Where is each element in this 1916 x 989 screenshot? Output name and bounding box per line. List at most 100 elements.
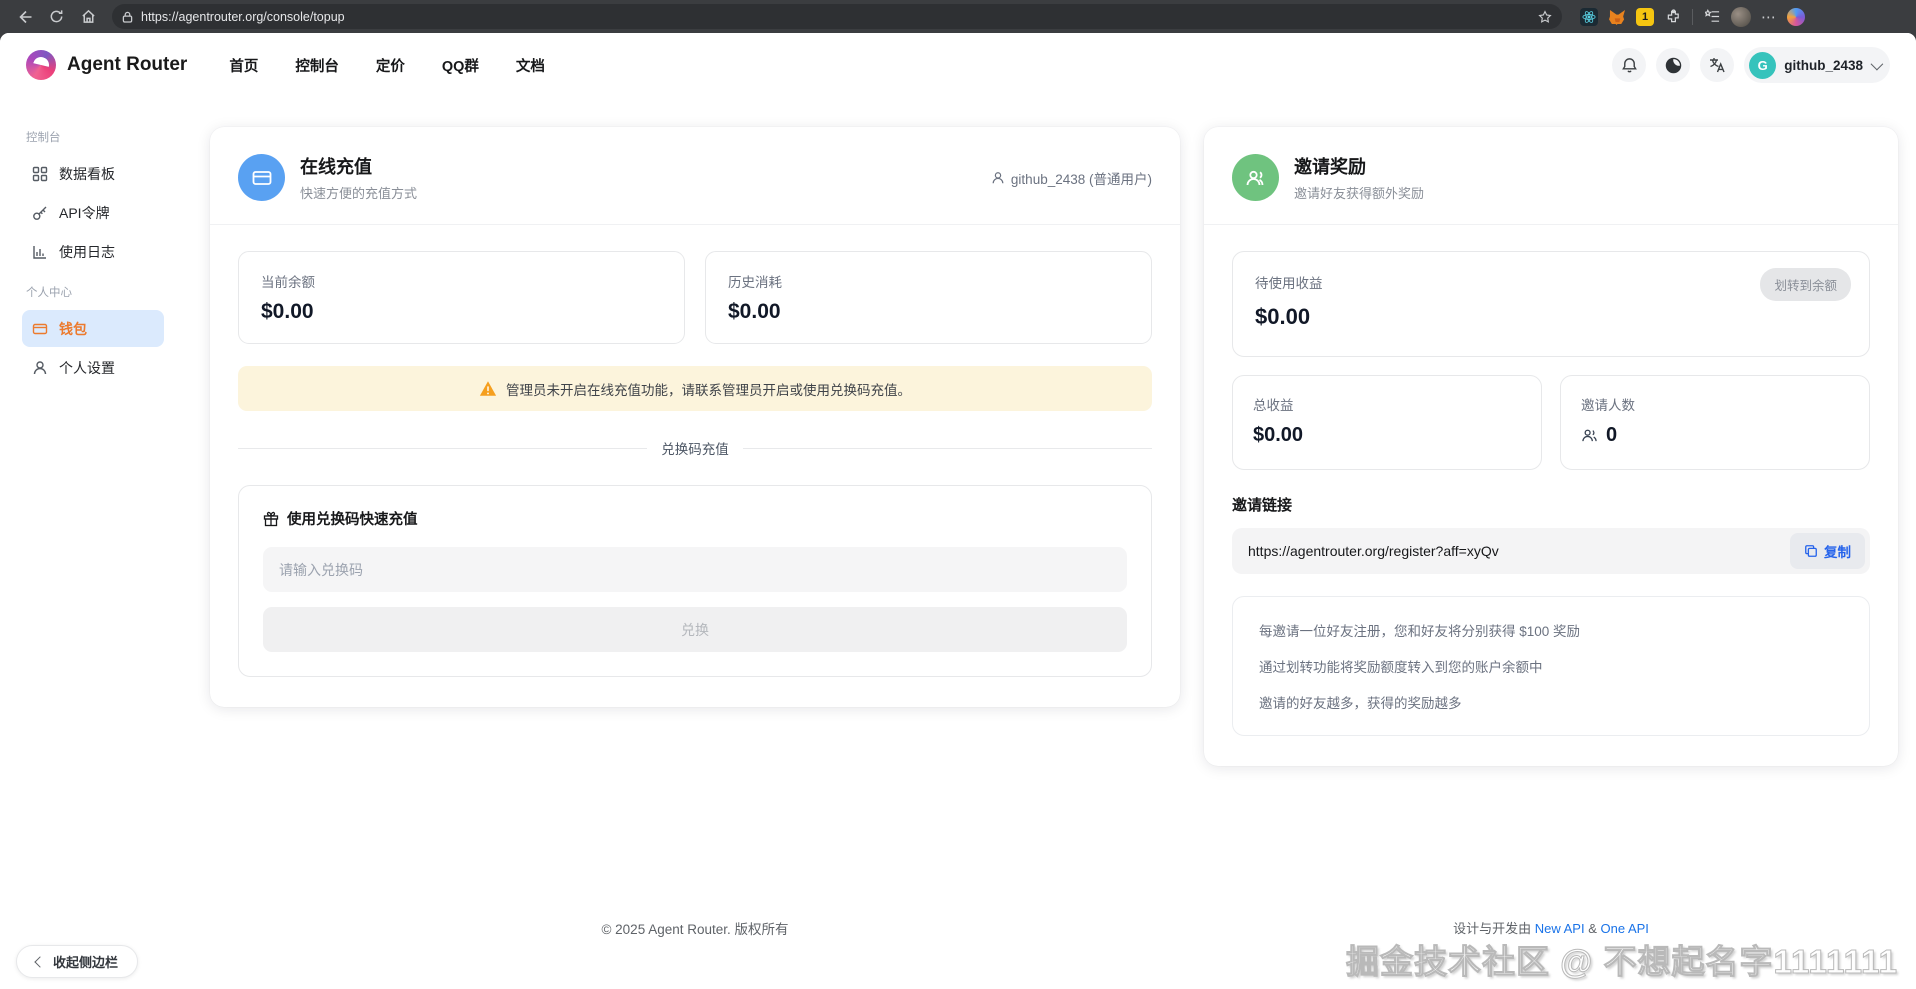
user-avatar: G [1749, 51, 1777, 79]
invite-link-url[interactable]: https://agentrouter.org/register?aff=xyQ… [1248, 543, 1790, 559]
lock-icon [122, 11, 133, 23]
redeem-code-input[interactable] [263, 547, 1127, 592]
users-icon [1232, 154, 1279, 201]
address-bar[interactable]: https://agentrouter.org/console/topup [112, 4, 1562, 29]
user-name: github_2438 [1784, 57, 1863, 73]
invite-tip: 邀请的好友越多，获得的奖励越多 [1259, 696, 1462, 711]
transfer-to-balance-button[interactable]: 划转到余额 [1760, 268, 1851, 301]
page-footer: © 2025 Agent Router. 版权所有 设计与开发由 New API… [210, 918, 1898, 938]
invite-card: 邀请奖励 邀请好友获得额外奖励 待使用收益 划转到余额 $0.00 总收益 $0… [1204, 127, 1898, 766]
current-balance-box: 当前余额 $0.00 [238, 251, 685, 344]
nav-console[interactable]: 控制台 [295, 55, 339, 76]
total-earnings-box: 总收益 $0.00 [1232, 375, 1542, 470]
history-consumption-box: 历史消耗 $0.00 [705, 251, 1152, 344]
collapse-sidebar-button[interactable]: 收起侧边栏 [16, 945, 139, 978]
toolbar-divider [1692, 8, 1693, 25]
theme-toggle-button[interactable] [1656, 48, 1691, 82]
invite-title: 邀请奖励 [1294, 157, 1366, 177]
warning-icon [479, 381, 497, 396]
nav-home[interactable]: 首页 [229, 55, 258, 76]
copilot-icon[interactable] [1787, 7, 1805, 26]
invite-tip: 每邀请一位好友注册，您和好友将分别获得 $100 奖励 [1259, 624, 1581, 639]
nav-docs[interactable]: 文档 [516, 55, 545, 76]
sidebar-item-label: 个人设置 [59, 359, 115, 376]
user-icon [32, 360, 48, 376]
moon-icon [1665, 57, 1681, 73]
nav-qq-group[interactable]: QQ群 [442, 55, 479, 76]
sidebar: 控制台 数据看板 API令牌 使用日志 个人中心 钱包 个人设置 [0, 97, 178, 989]
invite-link-heading: 邀请链接 [1232, 497, 1293, 514]
invite-link-bar: https://agentrouter.org/register?aff=xyQ… [1232, 528, 1870, 574]
bar-chart-icon [32, 244, 48, 260]
nav-pricing[interactable]: 定价 [376, 55, 405, 76]
browser-menu-icon[interactable]: ⋯ [1761, 8, 1777, 26]
redeem-section: 使用兑换码快速充值 兑换 [238, 485, 1152, 677]
translate-icon [1710, 58, 1725, 73]
invite-subtitle: 邀请好友获得额外奖励 [1294, 186, 1425, 201]
total-earnings-label: 总收益 [1253, 398, 1294, 413]
brand-logo-icon[interactable] [26, 50, 56, 80]
sidebar-item-label: 数据看板 [59, 165, 115, 182]
invite-tips-box: 每邀请一位好友注册，您和好友将分别获得 $100 奖励 通过划转功能将奖励额度转… [1232, 596, 1870, 736]
key-icon [32, 205, 48, 221]
admin-warning-banner: 管理员未开启在线充值功能，请联系管理员开启或使用兑换码充值。 [238, 366, 1152, 411]
sidebar-item-label: 钱包 [59, 320, 87, 337]
puzzle-extension-icon[interactable] [1664, 8, 1682, 26]
current-balance-label: 当前余额 [261, 275, 315, 290]
main-nav: 首页 控制台 定价 QQ群 文档 [229, 55, 545, 76]
copyright-text: © 2025 Agent Router. 版权所有 [601, 922, 789, 937]
bookmark-star-icon[interactable] [1538, 9, 1552, 24]
chevron-left-icon [34, 955, 46, 968]
pending-earnings-label: 待使用收益 [1255, 276, 1323, 291]
sidebar-item-wallet[interactable]: 钱包 [22, 310, 164, 347]
warning-text: 管理员未开启在线充值功能，请联系管理员开启或使用兑换码充值。 [506, 382, 911, 398]
invite-count-label: 邀请人数 [1581, 398, 1635, 413]
redeem-divider-label: 兑换码充值 [661, 442, 729, 457]
topup-card: 在线充值 快速方便的充值方式 github_2438 (普通用户) 当前余额 $… [210, 127, 1180, 707]
current-balance-value: $0.00 [261, 300, 314, 323]
notifications-button[interactable] [1612, 48, 1647, 82]
brand-name[interactable]: Agent Router [67, 54, 187, 76]
redeem-divider: 兑换码充值 [238, 438, 1152, 458]
wallet-icon [32, 321, 48, 337]
sidebar-item-dashboard[interactable]: 数据看板 [22, 155, 164, 192]
sidebar-item-label: 使用日志 [59, 243, 115, 260]
sidebar-item-api-tokens[interactable]: API令牌 [22, 194, 164, 231]
browser-profile-avatar[interactable] [1731, 6, 1751, 27]
copy-link-button[interactable]: 复制 [1790, 533, 1865, 569]
gift-icon [263, 511, 279, 526]
topup-title: 在线充值 [300, 157, 372, 177]
pending-earnings-box: 待使用收益 划转到余额 $0.00 [1232, 251, 1870, 357]
sidebar-section-console: 控制台 [26, 132, 61, 144]
bell-icon [1621, 57, 1637, 72]
refresh-icon[interactable] [42, 4, 70, 30]
person-icon [992, 171, 1004, 183]
chevron-down-icon [1870, 57, 1884, 70]
metamask-extension-icon[interactable] [1608, 8, 1626, 26]
one-api-link[interactable]: One API [1601, 921, 1649, 936]
page: Agent Router 首页 控制台 定价 QQ群 文档 G github_2… [0, 33, 1916, 989]
credits-text: 设计与开发由 New API & One API [1453, 921, 1649, 936]
pending-earnings-value: $0.00 [1255, 304, 1311, 329]
site-header: Agent Router 首页 控制台 定价 QQ群 文档 G github_2… [0, 33, 1916, 97]
react-extension-icon[interactable] [1580, 7, 1598, 26]
back-icon[interactable] [10, 4, 38, 30]
password-extension-icon[interactable]: 1 [1636, 7, 1654, 26]
language-button[interactable] [1700, 48, 1735, 82]
sidebar-item-settings[interactable]: 个人设置 [22, 349, 164, 386]
browser-chrome: https://agentrouter.org/console/topup 1 … [0, 0, 1916, 33]
credit-card-icon [238, 154, 285, 201]
redeem-button[interactable]: 兑换 [263, 607, 1127, 652]
sidebar-item-label: API令牌 [59, 204, 110, 221]
home-icon[interactable] [74, 4, 102, 30]
history-consumption-value: $0.00 [728, 300, 781, 323]
redeem-title: 使用兑换码快速充值 [287, 512, 418, 528]
new-api-link[interactable]: New API [1535, 921, 1585, 936]
user-menu[interactable]: G github_2438 [1744, 47, 1890, 83]
invite-count-box: 邀请人数 0 [1560, 375, 1870, 470]
url-text[interactable]: https://agentrouter.org/console/topup [141, 10, 1530, 24]
sidebar-item-usage-logs[interactable]: 使用日志 [22, 233, 164, 270]
collections-icon[interactable] [1703, 8, 1721, 26]
people-icon [1582, 429, 1597, 442]
invite-count-value: 0 [1606, 424, 1618, 446]
